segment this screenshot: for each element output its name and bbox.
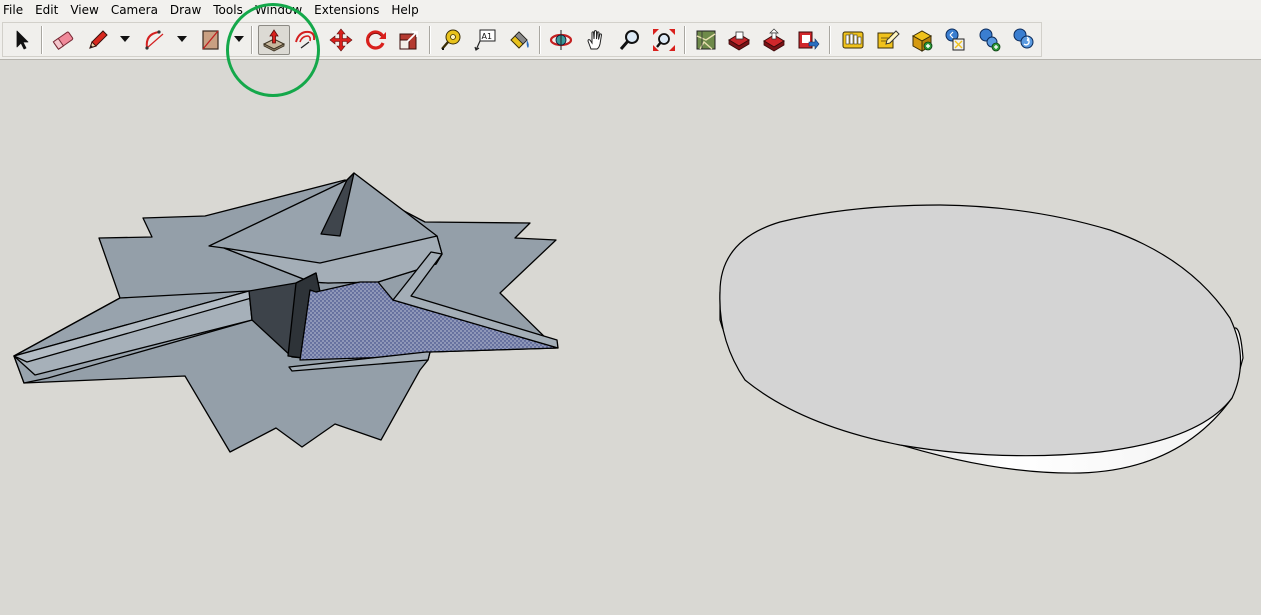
share-model-icon (798, 31, 820, 50)
dynamic-components-button[interactable] (942, 26, 970, 54)
rectangle-dropdown-button[interactable] (233, 32, 245, 46)
disc-top-face[interactable] (719, 204, 1242, 457)
select-tool-button[interactable] (8, 26, 36, 54)
3d-warehouse-button[interactable] (725, 26, 753, 54)
menu-edit[interactable]: Edit (29, 0, 64, 20)
text-icon: A1 (474, 29, 496, 51)
edit-component-button[interactable] (874, 26, 902, 54)
eraser-icon (52, 31, 74, 50)
modeling-viewport[interactable] (0, 61, 1261, 615)
rectangle-tool-button[interactable] (197, 26, 225, 54)
move-tool-button[interactable] (327, 26, 355, 54)
arc-tool-button[interactable] (141, 26, 169, 54)
zoom-tool-button[interactable] (616, 26, 644, 54)
extension-warehouse-icon (842, 31, 864, 49)
scale-icon (399, 31, 418, 50)
component-options-button[interactable] (976, 26, 1004, 54)
menu-file[interactable]: File (0, 0, 29, 20)
menu-camera[interactable]: Camera (105, 0, 164, 20)
make-component-icon (911, 30, 933, 52)
rotate-tool-button[interactable] (362, 26, 390, 54)
orbit-tool-button[interactable] (547, 26, 575, 54)
pan-tool-button[interactable] (582, 26, 610, 54)
select-arrow-icon (16, 30, 29, 50)
pan-hand-icon (587, 30, 603, 50)
toolbar-separator (684, 26, 686, 54)
menu-window[interactable]: Window (249, 0, 308, 20)
menu-draw[interactable]: Draw (164, 0, 207, 20)
disc-shape[interactable] (719, 204, 1244, 474)
chevron-down-icon (120, 36, 130, 42)
line-tool-button[interactable] (84, 26, 112, 54)
chevron-down-icon (234, 36, 244, 42)
dynamic-components-icon (945, 28, 965, 51)
chevron-down-icon (177, 36, 187, 42)
main-toolbar: A1 (0, 20, 1261, 60)
paint-bucket-icon (510, 31, 529, 49)
add-location-button[interactable] (692, 26, 720, 54)
push-pull-tool-button[interactable] (258, 25, 290, 55)
toolbar-separator (41, 26, 43, 54)
share-model-button[interactable] (794, 26, 822, 54)
get-models-button[interactable] (760, 26, 788, 54)
3d-scene[interactable] (0, 61, 1261, 615)
arc-dropdown-button[interactable] (176, 32, 188, 46)
menu-help[interactable]: Help (385, 0, 424, 20)
svg-text:A1: A1 (482, 32, 493, 41)
scale-tool-button[interactable] (395, 26, 423, 54)
eraser-tool-button[interactable] (49, 26, 77, 54)
toolbar-separator (251, 26, 253, 54)
orbit-icon (549, 30, 573, 50)
tape-measure-icon (441, 29, 461, 50)
offset-tool-button[interactable] (291, 26, 319, 54)
3d-warehouse-icon (728, 31, 750, 51)
add-location-icon (696, 30, 716, 50)
rotate-icon (366, 30, 386, 50)
pencil-line-icon (89, 30, 108, 49)
star-shape[interactable] (13, 172, 559, 453)
menu-tools[interactable]: Tools (207, 0, 249, 20)
menu-bar: File Edit View Camera Draw Tools Window … (0, 0, 1261, 20)
push-pull-icon (262, 29, 286, 52)
text-tool-button[interactable]: A1 (471, 26, 499, 54)
make-component-button[interactable] (908, 26, 936, 54)
zoom-extents-icon (653, 29, 675, 51)
toolbar-separator (829, 26, 831, 54)
rectangle-icon (202, 30, 219, 50)
extension-warehouse-button[interactable] (839, 26, 867, 54)
arc-icon (145, 30, 164, 50)
component-attributes-button[interactable] (1010, 26, 1038, 54)
toolbar-separator (539, 26, 541, 54)
toolbar-separator (429, 26, 431, 54)
component-options-icon (979, 28, 1001, 52)
menu-extensions[interactable]: Extensions (308, 0, 385, 20)
component-attributes-icon (1013, 28, 1034, 49)
zoom-extents-tool-button[interactable] (650, 26, 678, 54)
get-models-icon (763, 28, 785, 52)
line-dropdown-button[interactable] (119, 32, 131, 46)
zoom-icon (619, 30, 639, 50)
tape-measure-tool-button[interactable] (437, 26, 465, 54)
edit-component-icon (877, 30, 900, 49)
menu-view[interactable]: View (64, 0, 104, 20)
move-icon (329, 28, 353, 52)
paint-bucket-tool-button[interactable] (505, 26, 533, 54)
offset-icon (295, 30, 316, 49)
